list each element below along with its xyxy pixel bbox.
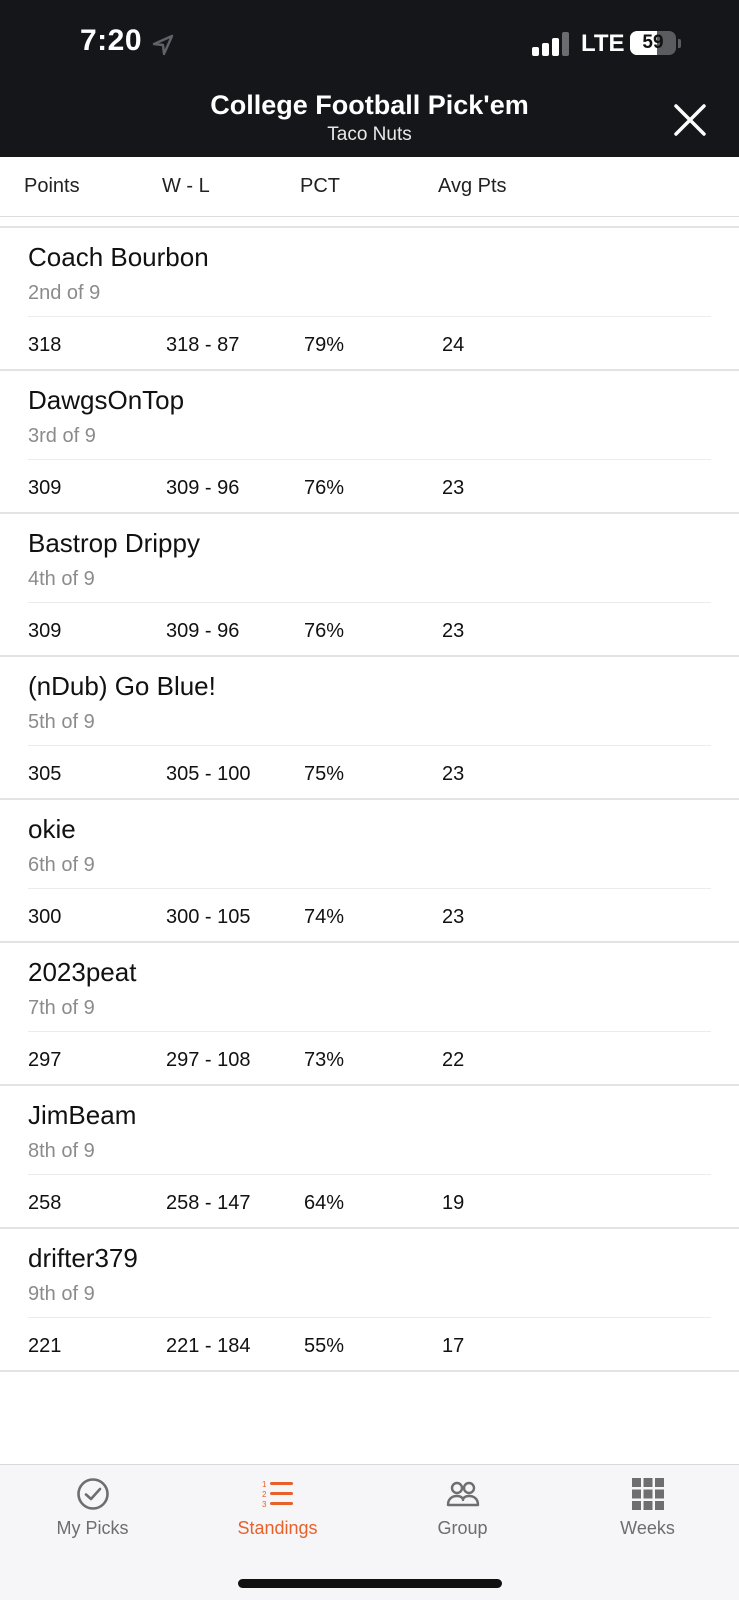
network-label: LTE <box>581 30 625 57</box>
people-icon <box>446 1481 480 1507</box>
location-arrow-icon <box>152 34 174 56</box>
column-wl[interactable]: W - L <box>162 175 210 198</box>
avg-pts-value: 23 <box>442 906 465 928</box>
tab-bar: My Picks 1 2 3 Standings Group Weeks <box>0 1464 739 1600</box>
win-loss-value: 258 - 147 <box>166 1192 251 1214</box>
tab-label: Weeks <box>620 1518 675 1538</box>
player-name: JimBeam <box>28 1100 137 1130</box>
tab-standings[interactable]: 1 2 3 Standings <box>185 1465 370 1555</box>
svg-text:1: 1 <box>262 1480 267 1489</box>
avg-pts-value: 23 <box>442 477 465 499</box>
svg-text:3: 3 <box>262 1500 267 1509</box>
column-avg-pts[interactable]: Avg Pts <box>438 175 507 198</box>
player-rank: 5th of 9 <box>28 711 95 733</box>
player-name: Coach Bourbon <box>28 242 209 272</box>
tab-label: My Picks <box>56 1518 129 1538</box>
win-loss-value: 221 - 184 <box>166 1335 251 1357</box>
win-loss-value: 309 - 96 <box>166 477 240 499</box>
win-loss-value: 309 - 96 <box>166 620 240 642</box>
win-loss-value: 305 - 100 <box>166 763 251 785</box>
column-header: Points W - L PCT Avg Pts <box>0 157 739 217</box>
row-divider <box>28 1174 711 1175</box>
player-rank: 2nd of 9 <box>28 282 101 304</box>
points-value: 318 <box>28 334 62 356</box>
avg-pts-value: 23 <box>442 620 465 642</box>
row-divider <box>28 316 711 317</box>
player-name: drifter379 <box>28 1243 138 1273</box>
tab-weeks[interactable]: Weeks <box>555 1465 739 1555</box>
battery-percent: 59 <box>642 32 664 53</box>
pct-value: 73% <box>304 1049 345 1071</box>
avg-pts-value: 22 <box>442 1049 465 1071</box>
player-name: Bastrop Drippy <box>28 528 200 558</box>
standings-row[interactable]: 2023peat 7th of 9 297 297 - 108 73% 22 <box>0 943 739 1086</box>
avg-pts-value: 24 <box>442 334 465 356</box>
player-name: 2023peat <box>28 957 137 987</box>
standings-row[interactable]: Bastrop Drippy 4th of 9 309 309 - 96 76% 23 <box>0 514 739 657</box>
pct-value: 75% <box>304 763 345 785</box>
player-name: DawgsOnTop <box>28 385 185 415</box>
points-value: 309 <box>28 620 62 642</box>
pct-value: 64% <box>304 1192 345 1214</box>
tab-label: Standings <box>237 1518 318 1538</box>
player-rank: 8th of 9 <box>28 1140 95 1162</box>
battery-icon: 59 <box>630 31 682 57</box>
standings-row[interactable]: drifter379 9th of 9 221 221 - 184 55% 17 <box>0 1229 739 1372</box>
row-divider <box>28 1031 711 1032</box>
points-value: 300 <box>28 906 62 928</box>
player-rank: 6th of 9 <box>28 854 95 876</box>
tab-group[interactable]: Group <box>370 1465 555 1555</box>
column-pct[interactable]: PCT <box>300 175 340 198</box>
avg-pts-value: 17 <box>442 1335 465 1357</box>
signal-icon <box>532 32 569 56</box>
player-rank: 4th of 9 <box>28 568 95 590</box>
check-circle-icon <box>77 1478 109 1510</box>
player-name: okie <box>28 814 76 844</box>
pct-value: 79% <box>304 334 345 356</box>
top-bar: 7:20 LTE 59 College Football Pick'em Tac… <box>0 0 739 157</box>
standings-row[interactable]: okie 6th of 9 300 300 - 105 74% 23 <box>0 800 739 943</box>
points-value: 258 <box>28 1192 62 1214</box>
standings-list[interactable]: Them Dawgs Is Hell1st of 9320320 - 8579%… <box>0 216 739 1464</box>
player-rank: 7th of 9 <box>28 997 95 1019</box>
points-value: 309 <box>28 477 62 499</box>
page-title: College Football Pick'em <box>210 90 529 120</box>
grid-icon <box>632 1478 664 1510</box>
column-points[interactable]: Points <box>24 175 80 198</box>
player-rank: 9th of 9 <box>28 1283 95 1305</box>
row-divider <box>28 459 711 460</box>
points-value: 297 <box>28 1049 62 1071</box>
svg-text:2: 2 <box>262 1490 267 1499</box>
points-value: 305 <box>28 763 62 785</box>
tab-label: Group <box>437 1518 488 1538</box>
pct-value: 74% <box>304 906 345 928</box>
row-divider <box>28 602 711 603</box>
row-divider <box>28 888 711 889</box>
standings-row[interactable]: JimBeam 8th of 9 258 258 - 147 64% 19 <box>0 1086 739 1229</box>
player-rank: 3rd of 9 <box>28 425 96 447</box>
pct-value: 76% <box>304 620 345 642</box>
win-loss-value: 318 - 87 <box>166 334 240 356</box>
avg-pts-value: 19 <box>442 1192 465 1214</box>
standings-row[interactable]: DawgsOnTop 3rd of 9 309 309 - 96 76% 23 <box>0 371 739 514</box>
pct-value: 55% <box>304 1335 345 1357</box>
win-loss-value: 297 - 108 <box>166 1049 251 1071</box>
standings-row[interactable]: Them Dawgs Is Hell1st of 9320320 - 8579%… <box>0 216 739 228</box>
player-name: (nDub) Go Blue! <box>28 671 216 701</box>
standings-row[interactable]: (nDub) Go Blue! 5th of 9 305 305 - 100 75% 23 <box>0 657 739 800</box>
tab-my-picks[interactable]: My Picks <box>0 1465 185 1555</box>
standings-row[interactable]: Coach Bourbon 2nd of 9 318 318 - 87 79% 24 <box>0 228 739 371</box>
home-indicator <box>238 1579 502 1588</box>
row-divider <box>28 1317 711 1318</box>
group-name: Taco Nuts <box>327 124 412 145</box>
status-time: 7:20 <box>80 24 143 57</box>
row-divider <box>28 745 711 746</box>
win-loss-value: 300 - 105 <box>166 906 251 928</box>
points-value: 221 <box>28 1335 62 1357</box>
close-icon[interactable] <box>672 102 708 138</box>
avg-pts-value: 23 <box>442 763 465 785</box>
pct-value: 76% <box>304 477 345 499</box>
ranked-list-icon: 1 2 3 <box>262 1480 293 1509</box>
